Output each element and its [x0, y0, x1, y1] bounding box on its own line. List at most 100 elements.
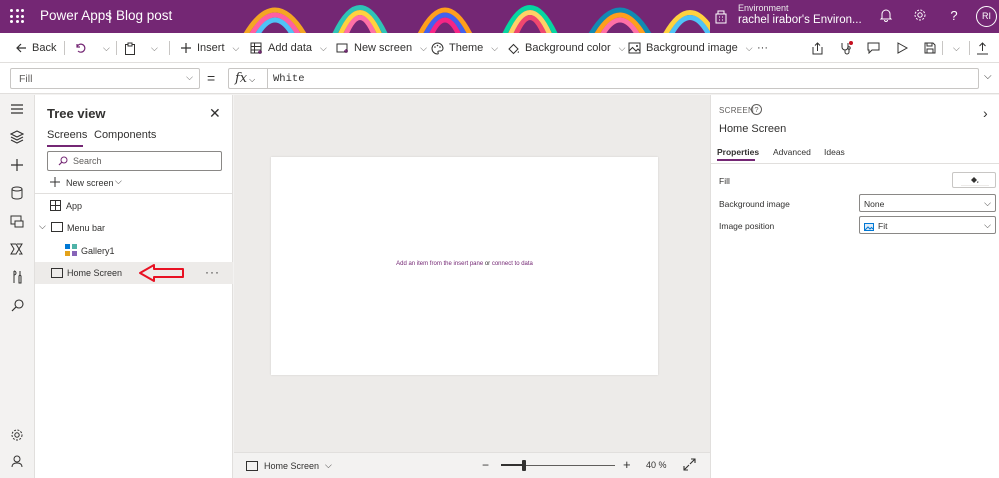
- tab-advanced[interactable]: Advanced: [773, 147, 811, 157]
- share-button[interactable]: [811, 33, 824, 63]
- publish-button[interactable]: [976, 33, 989, 63]
- close-icon[interactable]: ✕: [209, 105, 221, 122]
- chevron-down-icon: ⌵: [325, 460, 332, 470]
- expand-formula-icon[interactable]: ⌵: [984, 71, 992, 82]
- canvas-status-bar: Home Screen ⌵ − + 40 %: [234, 452, 710, 478]
- image-position-value: Fit: [878, 221, 888, 231]
- new-screen-button[interactable]: New screen ⌵: [336, 33, 427, 63]
- insert-button[interactable]: Insert ⌵: [180, 33, 239, 63]
- paint-bucket-icon: [508, 43, 519, 54]
- back-button[interactable]: Back: [15, 33, 56, 63]
- equals-sign: =: [207, 70, 216, 86]
- canvas-area: Add an item from the insert pane or conn…: [234, 95, 710, 452]
- tools-icon[interactable]: [9, 269, 25, 285]
- fit-to-window-icon[interactable]: [683, 458, 696, 471]
- layers-icon[interactable]: [9, 129, 25, 145]
- background-color-button[interactable]: Background color ⌵: [507, 33, 625, 63]
- background-image-dropdown[interactable]: None ⌵: [859, 194, 996, 212]
- tab-components[interactable]: Components: [94, 129, 156, 141]
- zoom-slider-thumb[interactable]: [522, 460, 526, 471]
- app-name[interactable]: Power Apps: [40, 8, 112, 23]
- comments-button[interactable]: [867, 33, 880, 63]
- zoom-out-button[interactable]: −: [482, 458, 489, 472]
- tree-item-menu-bar[interactable]: ⌵ Menu bar: [35, 217, 233, 239]
- tree-item-app[interactable]: App: [35, 195, 233, 217]
- plus-icon: [50, 177, 60, 187]
- tree-view-title: Tree view: [47, 106, 106, 121]
- background-image-button[interactable]: Background image ⌵: [628, 33, 753, 63]
- palette-icon: [431, 41, 444, 55]
- divider: [64, 41, 65, 55]
- background-image-label: Background image: [719, 199, 790, 209]
- connect-data-link[interactable]: connect to data: [492, 261, 533, 267]
- more-options-icon[interactable]: ···: [205, 265, 220, 279]
- chevron-down-icon: ⌵: [953, 42, 960, 53]
- function-button[interactable]: fx ⌵: [228, 68, 268, 89]
- screen-selector[interactable]: Home Screen ⌵: [246, 460, 332, 471]
- plus-icon[interactable]: [9, 157, 25, 173]
- settings-icon[interactable]: [912, 8, 928, 24]
- search-icon[interactable]: [9, 297, 25, 313]
- chevron-down-icon: ⌵: [420, 42, 427, 53]
- document-name[interactable]: Blog post: [116, 8, 172, 23]
- rainbow-decoration: [243, 5, 710, 33]
- undo-button[interactable]: [74, 33, 86, 63]
- settings-icon[interactable]: [9, 427, 25, 443]
- screen-canvas[interactable]: Add an item from the insert pane or conn…: [271, 157, 658, 375]
- zoom-in-button[interactable]: +: [623, 457, 631, 472]
- selected-control-name: Home Screen: [719, 123, 787, 135]
- add-data-button[interactable]: Add data ⌵: [250, 33, 327, 63]
- notifications-icon[interactable]: [878, 8, 894, 24]
- image-position-dropdown[interactable]: Fit ⌵: [859, 216, 996, 234]
- stethoscope-icon: [841, 41, 853, 55]
- power-automate-icon[interactable]: [9, 241, 25, 257]
- tree-item-home-screen[interactable]: Home Screen ···: [35, 262, 233, 284]
- active-tab-indicator: [717, 159, 755, 161]
- property-dropdown[interactable]: Fill ⌵: [10, 68, 200, 89]
- comment-icon: [867, 42, 880, 54]
- save-button[interactable]: [924, 33, 936, 63]
- tab-screens[interactable]: Screens: [47, 129, 87, 141]
- back-label: Back: [32, 42, 57, 54]
- tree-search-input[interactable]: Search: [47, 151, 222, 171]
- new-screen-icon: [336, 43, 348, 53]
- help-icon[interactable]: ?: [751, 104, 762, 115]
- environment-picker[interactable]: Environment rachel irabor's Environ...: [714, 2, 874, 30]
- database-icon[interactable]: [9, 185, 25, 201]
- insert-pane-link[interactable]: Add an item from the insert pane: [396, 261, 483, 267]
- formula-input[interactable]: White: [267, 68, 979, 89]
- empty-screen-hint: Add an item from the insert pane or conn…: [271, 261, 658, 267]
- media-icon[interactable]: [9, 213, 25, 229]
- paste-button[interactable]: [124, 33, 136, 63]
- divider: [942, 41, 943, 55]
- search-placeholder: Search: [73, 156, 102, 166]
- tree-view-panel: Tree view ✕ Screens Components Search Ne…: [35, 95, 233, 478]
- chevron-down-icon: ⌵: [186, 72, 193, 82]
- add-data-label: Add data: [268, 42, 313, 54]
- tree-item-gallery1[interactable]: Gallery1: [35, 240, 233, 262]
- virtual-agent-icon[interactable]: [9, 453, 25, 469]
- preview-button[interactable]: [896, 33, 908, 63]
- undo-menu-button[interactable]: ⌵: [100, 33, 110, 63]
- theme-button[interactable]: Theme ⌵: [431, 33, 498, 63]
- help-icon[interactable]: ?: [946, 8, 962, 24]
- zoom-value: 40 %: [646, 460, 667, 470]
- new-screen-label: New screen: [354, 42, 413, 54]
- fill-color-picker[interactable]: [952, 172, 996, 188]
- save-menu-button[interactable]: ⌵: [950, 33, 960, 63]
- fx-icon: fx: [235, 71, 248, 86]
- tab-ideas[interactable]: Ideas: [824, 147, 845, 157]
- chevron-right-icon[interactable]: ›: [983, 105, 988, 121]
- app-checker-button[interactable]: [839, 33, 853, 63]
- paste-menu-button[interactable]: ⌵: [148, 33, 158, 63]
- zoom-slider-fill: [501, 464, 524, 466]
- tree-item-label: Gallery1: [81, 246, 115, 256]
- new-screen-button[interactable]: New screen ⌵: [35, 172, 233, 194]
- tab-properties[interactable]: Properties: [717, 147, 759, 157]
- more-commands-button[interactable]: ···: [757, 33, 768, 63]
- hamburger-icon[interactable]: [9, 101, 25, 117]
- app-grid-icon: [50, 200, 61, 211]
- avatar[interactable]: RI: [976, 6, 997, 27]
- chevron-down-icon: ⌵: [320, 42, 327, 53]
- waffle-icon[interactable]: [10, 9, 24, 23]
